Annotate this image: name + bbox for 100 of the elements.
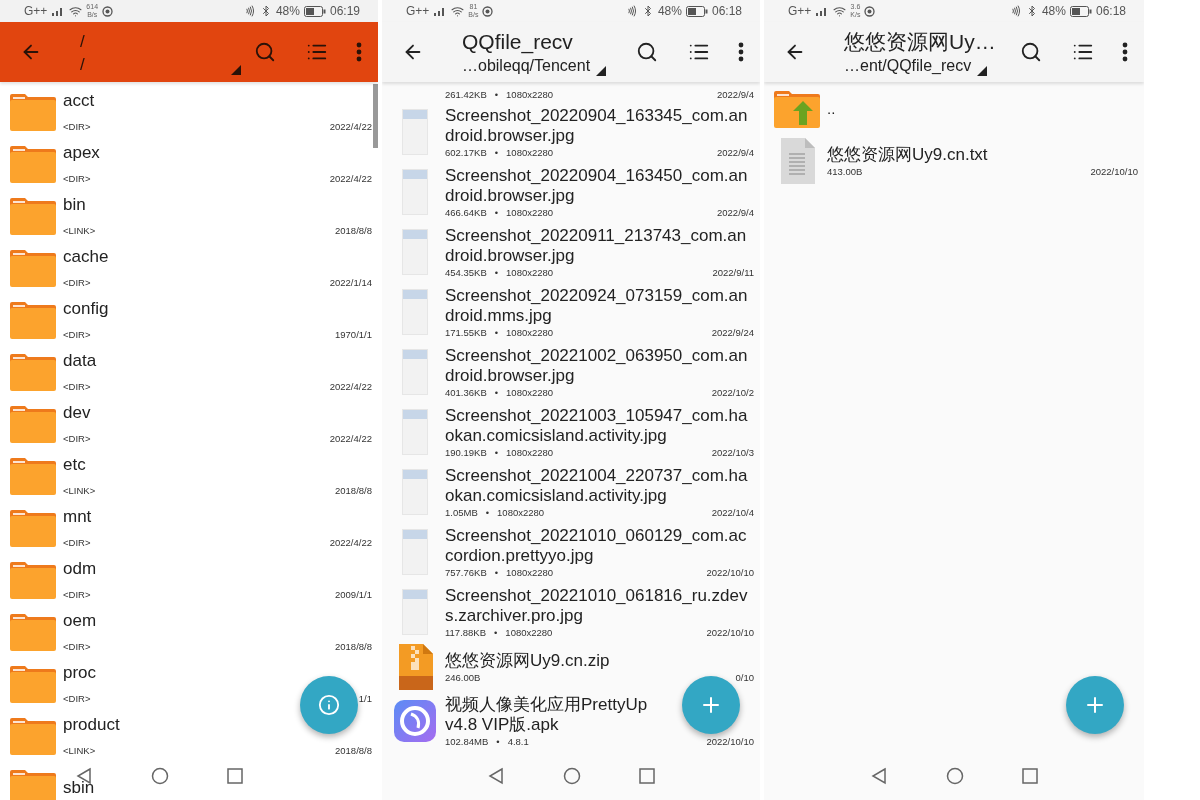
clock-time: 06:18: [711, 4, 742, 18]
separator-dot: •: [494, 87, 499, 101]
file-date: 2022/9/11: [712, 265, 754, 279]
file-name[interactable]: cache: [63, 246, 372, 267]
file-name[interactable]: ..: [827, 99, 1138, 119]
image-thumbnail: [402, 169, 428, 215]
file-date: 2022/4/22: [329, 120, 372, 134]
home-nav-button[interactable]: [946, 767, 964, 785]
home-nav-button[interactable]: [151, 767, 169, 785]
file-name[interactable]: 悠悠资源网Uy9.cn.zip: [445, 650, 754, 671]
folder-title: /: [80, 31, 86, 53]
folder-path[interactable]: …ent/QQfile_recv: [844, 56, 972, 76]
file-name[interactable]: apex: [63, 142, 372, 163]
file-type: <LINK>: [63, 744, 96, 758]
home-nav-button[interactable]: [563, 767, 581, 785]
file-name[interactable]: 视频人像美化应用PrettyUp v4.8 VIP版.apk: [445, 694, 681, 735]
file-name[interactable]: Screenshot_20220904_163450_com.android.browser.jpg: [445, 165, 754, 206]
battery-percent: 48%: [275, 4, 300, 18]
image-thumbnail: [402, 109, 428, 155]
file-name[interactable]: data: [63, 350, 372, 371]
separator-dot: •: [494, 385, 499, 399]
battery-percent: 48%: [1041, 4, 1066, 18]
file-date: 2022/9/4: [717, 145, 754, 159]
file-name[interactable]: 悠悠资源网Uy9.cn.txt: [827, 144, 1138, 165]
folder-icon: [9, 560, 57, 600]
file-name[interactable]: Screenshot_20221002_063950_com.android.browser.jpg: [445, 345, 754, 386]
file-size: 190.19KB: [445, 445, 487, 459]
file-date: 1/1: [358, 692, 372, 706]
image-thumbnail: [402, 349, 428, 395]
file-date: 2022/10/10: [706, 565, 754, 579]
image-thumbnail: [402, 469, 428, 515]
file-size: 102.84MB: [445, 734, 489, 748]
file-date: 2022/1/14: [329, 276, 372, 290]
zip-file-icon: [397, 644, 433, 690]
file-date: 2022/9/24: [711, 325, 754, 339]
image-thumbnail: [402, 289, 428, 335]
file-type: <DIR>: [63, 328, 91, 342]
file-detail: 1080x2280: [506, 265, 554, 279]
info-button[interactable]: [300, 676, 358, 734]
file-name[interactable]: Screenshot_20221004_220737_com.haokan.comicsisland.activity.jpg: [445, 465, 754, 506]
file-size: 466.64KB: [445, 205, 487, 219]
file-name[interactable]: sbin: [63, 778, 372, 798]
file-detail: 1080x2280: [506, 87, 554, 101]
recents-nav-button[interactable]: [1022, 768, 1038, 784]
notification-icon: [864, 5, 876, 17]
file-name[interactable]: config: [63, 298, 372, 319]
file-name[interactable]: proc: [63, 662, 372, 683]
add-button[interactable]: [1066, 676, 1124, 734]
folder-path[interactable]: …obileqq/Tencent: [462, 56, 591, 76]
back-nav-button[interactable]: [487, 767, 505, 785]
file-date: 0/10: [735, 670, 754, 684]
search-icon: [254, 41, 276, 63]
file-date: 2022/10/3: [711, 445, 754, 459]
nfc-icon: [1009, 5, 1022, 17]
file-size: 261.42KB: [445, 87, 487, 101]
file-date: 2022/9/4: [717, 205, 754, 219]
image-thumbnail: [402, 589, 428, 635]
file-detail: 1080x2280: [506, 145, 554, 159]
file-type: <DIR>: [63, 380, 91, 394]
file-name[interactable]: Screenshot_20220911_213743_com.android.browser.jpg: [445, 225, 754, 266]
folder-icon: [9, 404, 57, 444]
file-size: 171.55KB: [445, 325, 487, 339]
file-date: 2022/10/10: [1090, 164, 1138, 178]
separator-dot: •: [496, 734, 500, 748]
file-name[interactable]: oem: [63, 610, 372, 631]
file-type: <DIR>: [63, 640, 91, 654]
file-name[interactable]: Screenshot_20220924_073159_com.android.mms.jpg: [445, 285, 754, 326]
recents-nav-button[interactable]: [227, 768, 243, 784]
file-name[interactable]: mnt: [63, 506, 372, 527]
dropdown-triangle-icon[interactable]: [596, 66, 607, 76]
file-size: 602.17KB: [445, 145, 487, 159]
file-name[interactable]: Screenshot_20220904_163345_com.android.browser.jpg: [445, 105, 754, 146]
file-name[interactable]: Screenshot_20221003_105947_com.haokan.comicsisland.activity.jpg: [445, 405, 754, 446]
file-name[interactable]: odm: [63, 558, 372, 579]
file-name[interactable]: bin: [63, 194, 372, 215]
nfc-icon: [625, 5, 638, 17]
file-name[interactable]: Screenshot_20221010_060129_com.accordion.prettyyo.jpg: [445, 525, 754, 566]
back-nav-button[interactable]: [870, 767, 888, 785]
file-date: 2022/10/10: [706, 625, 754, 639]
recents-nav-button[interactable]: [639, 768, 655, 784]
file-type: <DIR>: [63, 692, 91, 706]
file-name[interactable]: product: [63, 714, 372, 735]
file-name[interactable]: etc: [63, 454, 372, 475]
folder-path[interactable]: /: [80, 55, 85, 75]
folder-icon: [9, 300, 57, 340]
folder-icon: [9, 196, 57, 236]
file-name[interactable]: acct: [63, 90, 372, 111]
folder-icon: [9, 716, 57, 756]
file-name[interactable]: dev: [63, 402, 372, 423]
dropdown-triangle-icon[interactable]: [977, 66, 988, 76]
wifi-icon: [69, 4, 83, 18]
file-type: <DIR>: [63, 536, 91, 550]
more-icon: [356, 42, 362, 62]
file-type: <LINK>: [63, 484, 96, 498]
more-icon: [738, 42, 744, 62]
folder-icon: [9, 508, 57, 548]
file-type: <DIR>: [63, 432, 91, 446]
file-type: <LINK>: [63, 224, 96, 238]
file-date: 2018/8/8: [335, 224, 372, 238]
file-name[interactable]: Screenshot_20221010_061816_ru.zdevs.zarchiver.pro.jpg: [445, 585, 754, 626]
